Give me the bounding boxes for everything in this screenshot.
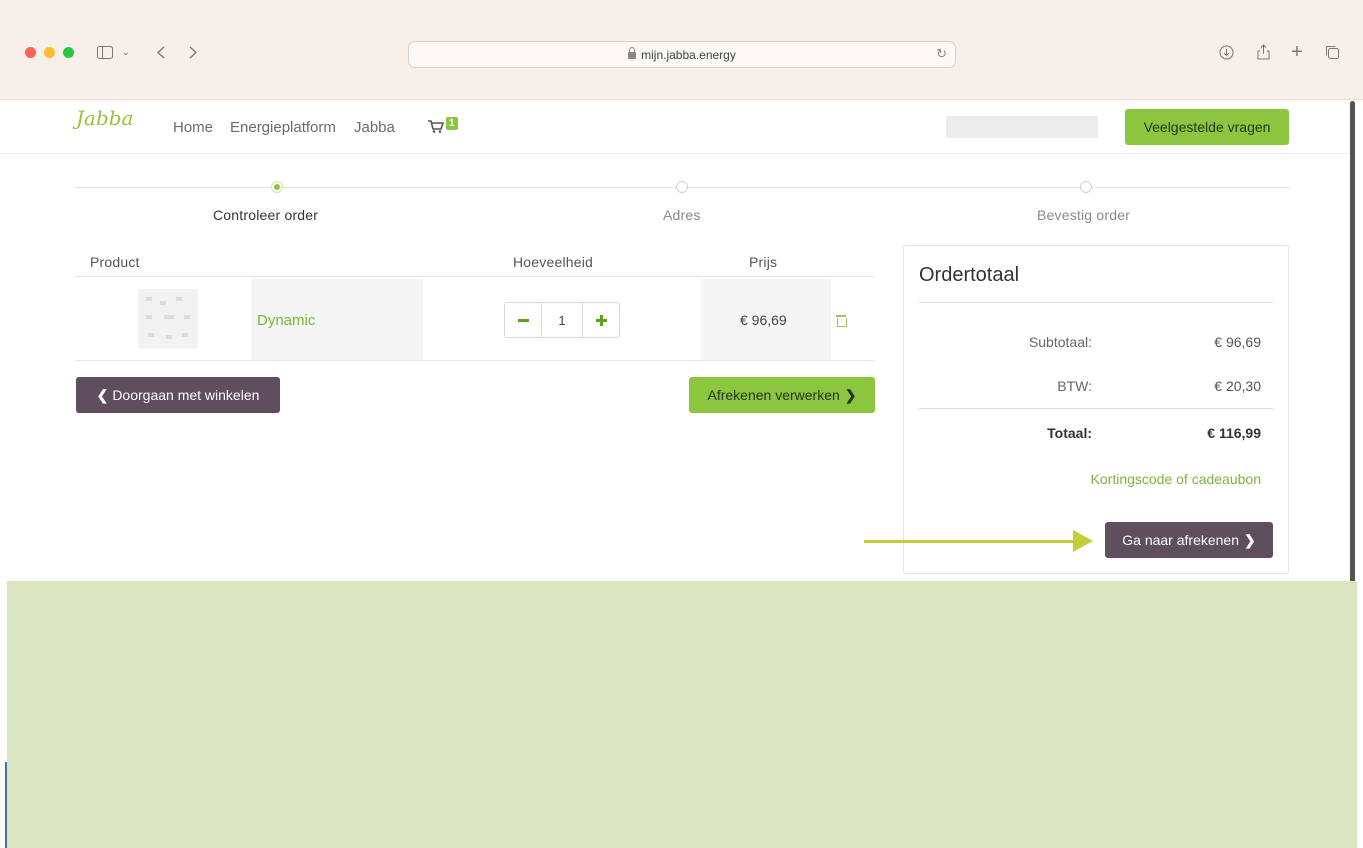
- process-checkout-button[interactable]: Afrekenen verwerken ❯: [689, 377, 875, 413]
- total-label: Totaal:: [1047, 425, 1092, 441]
- order-total-title: Ordertotaal: [919, 264, 1020, 286]
- quantity-value[interactable]: 1: [541, 303, 583, 337]
- jabba-logo[interactable]: Jabba: [76, 106, 133, 130]
- page-scrollbar[interactable]: [1350, 101, 1355, 583]
- process-checkout-label: Afrekenen verwerken: [707, 387, 840, 403]
- card-divider-total: [919, 408, 1273, 409]
- step-label-controleer: Controleer order: [213, 207, 319, 223]
- quantity-decrease-button[interactable]: [505, 303, 541, 337]
- chevron-left-icon: ❮: [96, 386, 109, 403]
- product-name-link[interactable]: Dynamic: [257, 312, 315, 329]
- sidebar-icon[interactable]: [96, 40, 114, 64]
- nav-link-jabba[interactable]: Jabba: [354, 119, 395, 136]
- trash-icon[interactable]: [836, 314, 847, 327]
- zoom-window-button[interactable]: [63, 47, 74, 58]
- step-label-bevestig: Bevestig order: [1037, 207, 1131, 223]
- cart-count-badge: 1: [446, 117, 458, 130]
- table-row-divider: [75, 360, 875, 361]
- go-to-checkout-label: Ga naar afrekenen: [1122, 532, 1239, 548]
- annotation-arrow-icon: [1073, 530, 1093, 552]
- page: ⌄ mijn.jabba.energy ↻ + Jabba Home Energ…: [0, 0, 1363, 848]
- bottom-left-edge: [5, 762, 7, 848]
- card-divider-top: [919, 302, 1273, 303]
- search-placeholder-box[interactable]: [946, 116, 1098, 138]
- quantity-increase-button[interactable]: [583, 303, 619, 337]
- download-icon[interactable]: [1217, 40, 1235, 64]
- back-icon[interactable]: [154, 40, 168, 64]
- discount-code-link[interactable]: Kortingscode of cadeaubon: [1091, 471, 1261, 487]
- plus-icon: [595, 314, 607, 326]
- step-dot-bevestig: [1080, 181, 1092, 193]
- chevron-right-icon: ❯: [844, 386, 857, 403]
- tabs-overview-icon[interactable]: [1323, 40, 1341, 64]
- address-bar[interactable]: mijn.jabba.energy ↻: [408, 41, 956, 68]
- address-url: mijn.jabba.energy: [641, 47, 736, 62]
- faq-button[interactable]: Veelgestelde vragen: [1125, 109, 1289, 145]
- forward-icon[interactable]: [186, 40, 200, 64]
- continue-shopping-button[interactable]: ❮ Doorgaan met winkelen: [76, 377, 280, 413]
- subtotal-value: € 96,69: [1214, 334, 1261, 350]
- column-header-price: Prijs: [749, 254, 778, 270]
- total-value: € 116,99: [1207, 425, 1261, 441]
- row-price: € 96,69: [740, 312, 787, 328]
- column-header-product: Product: [90, 254, 140, 270]
- vat-value: € 20,30: [1214, 378, 1261, 394]
- nav-link-energieplatform[interactable]: Energieplatform: [230, 119, 336, 136]
- cart-link[interactable]: 1: [428, 117, 458, 136]
- annotation-arrow-shaft: [864, 540, 1078, 543]
- chevron-right-icon: ❯: [1244, 531, 1256, 548]
- nav-link-home[interactable]: Home: [173, 119, 213, 136]
- bottom-green-band: [7, 581, 1357, 848]
- minus-icon: [517, 318, 529, 322]
- share-icon[interactable]: [1254, 40, 1272, 64]
- new-tab-icon[interactable]: +: [1288, 40, 1306, 64]
- order-total-card: Ordertotaal Subtotaal: € 96,69 BTW: € 20…: [903, 245, 1289, 574]
- step-dot-controleer: [271, 181, 283, 193]
- continue-shopping-label: Doorgaan met winkelen: [112, 387, 260, 403]
- lock-icon: [628, 47, 637, 59]
- quantity-stepper: 1: [504, 302, 620, 338]
- browser-toolbar: ⌄ mijn.jabba.energy ↻ +: [0, 0, 1363, 100]
- close-window-button[interactable]: [25, 47, 36, 58]
- step-label-adres: Adres: [663, 207, 701, 223]
- step-dot-adres: [676, 181, 688, 193]
- table-header-divider: [75, 276, 875, 277]
- column-header-quantity: Hoeveelheid: [513, 254, 594, 270]
- subtotal-label: Subtotaal:: [1028, 334, 1092, 350]
- go-to-checkout-button[interactable]: Ga naar afrekenen ❯: [1105, 522, 1273, 558]
- site-navbar: Jabba Home Energieplatform Jabba 1 Veelg…: [0, 101, 1352, 154]
- minimize-window-button[interactable]: [44, 47, 55, 58]
- cart-icon: [428, 120, 445, 136]
- chevron-down-icon[interactable]: ⌄: [120, 40, 132, 64]
- product-thumbnail[interactable]: [138, 289, 198, 349]
- vat-label: BTW:: [1057, 378, 1092, 394]
- reload-icon[interactable]: ↻: [936, 46, 947, 62]
